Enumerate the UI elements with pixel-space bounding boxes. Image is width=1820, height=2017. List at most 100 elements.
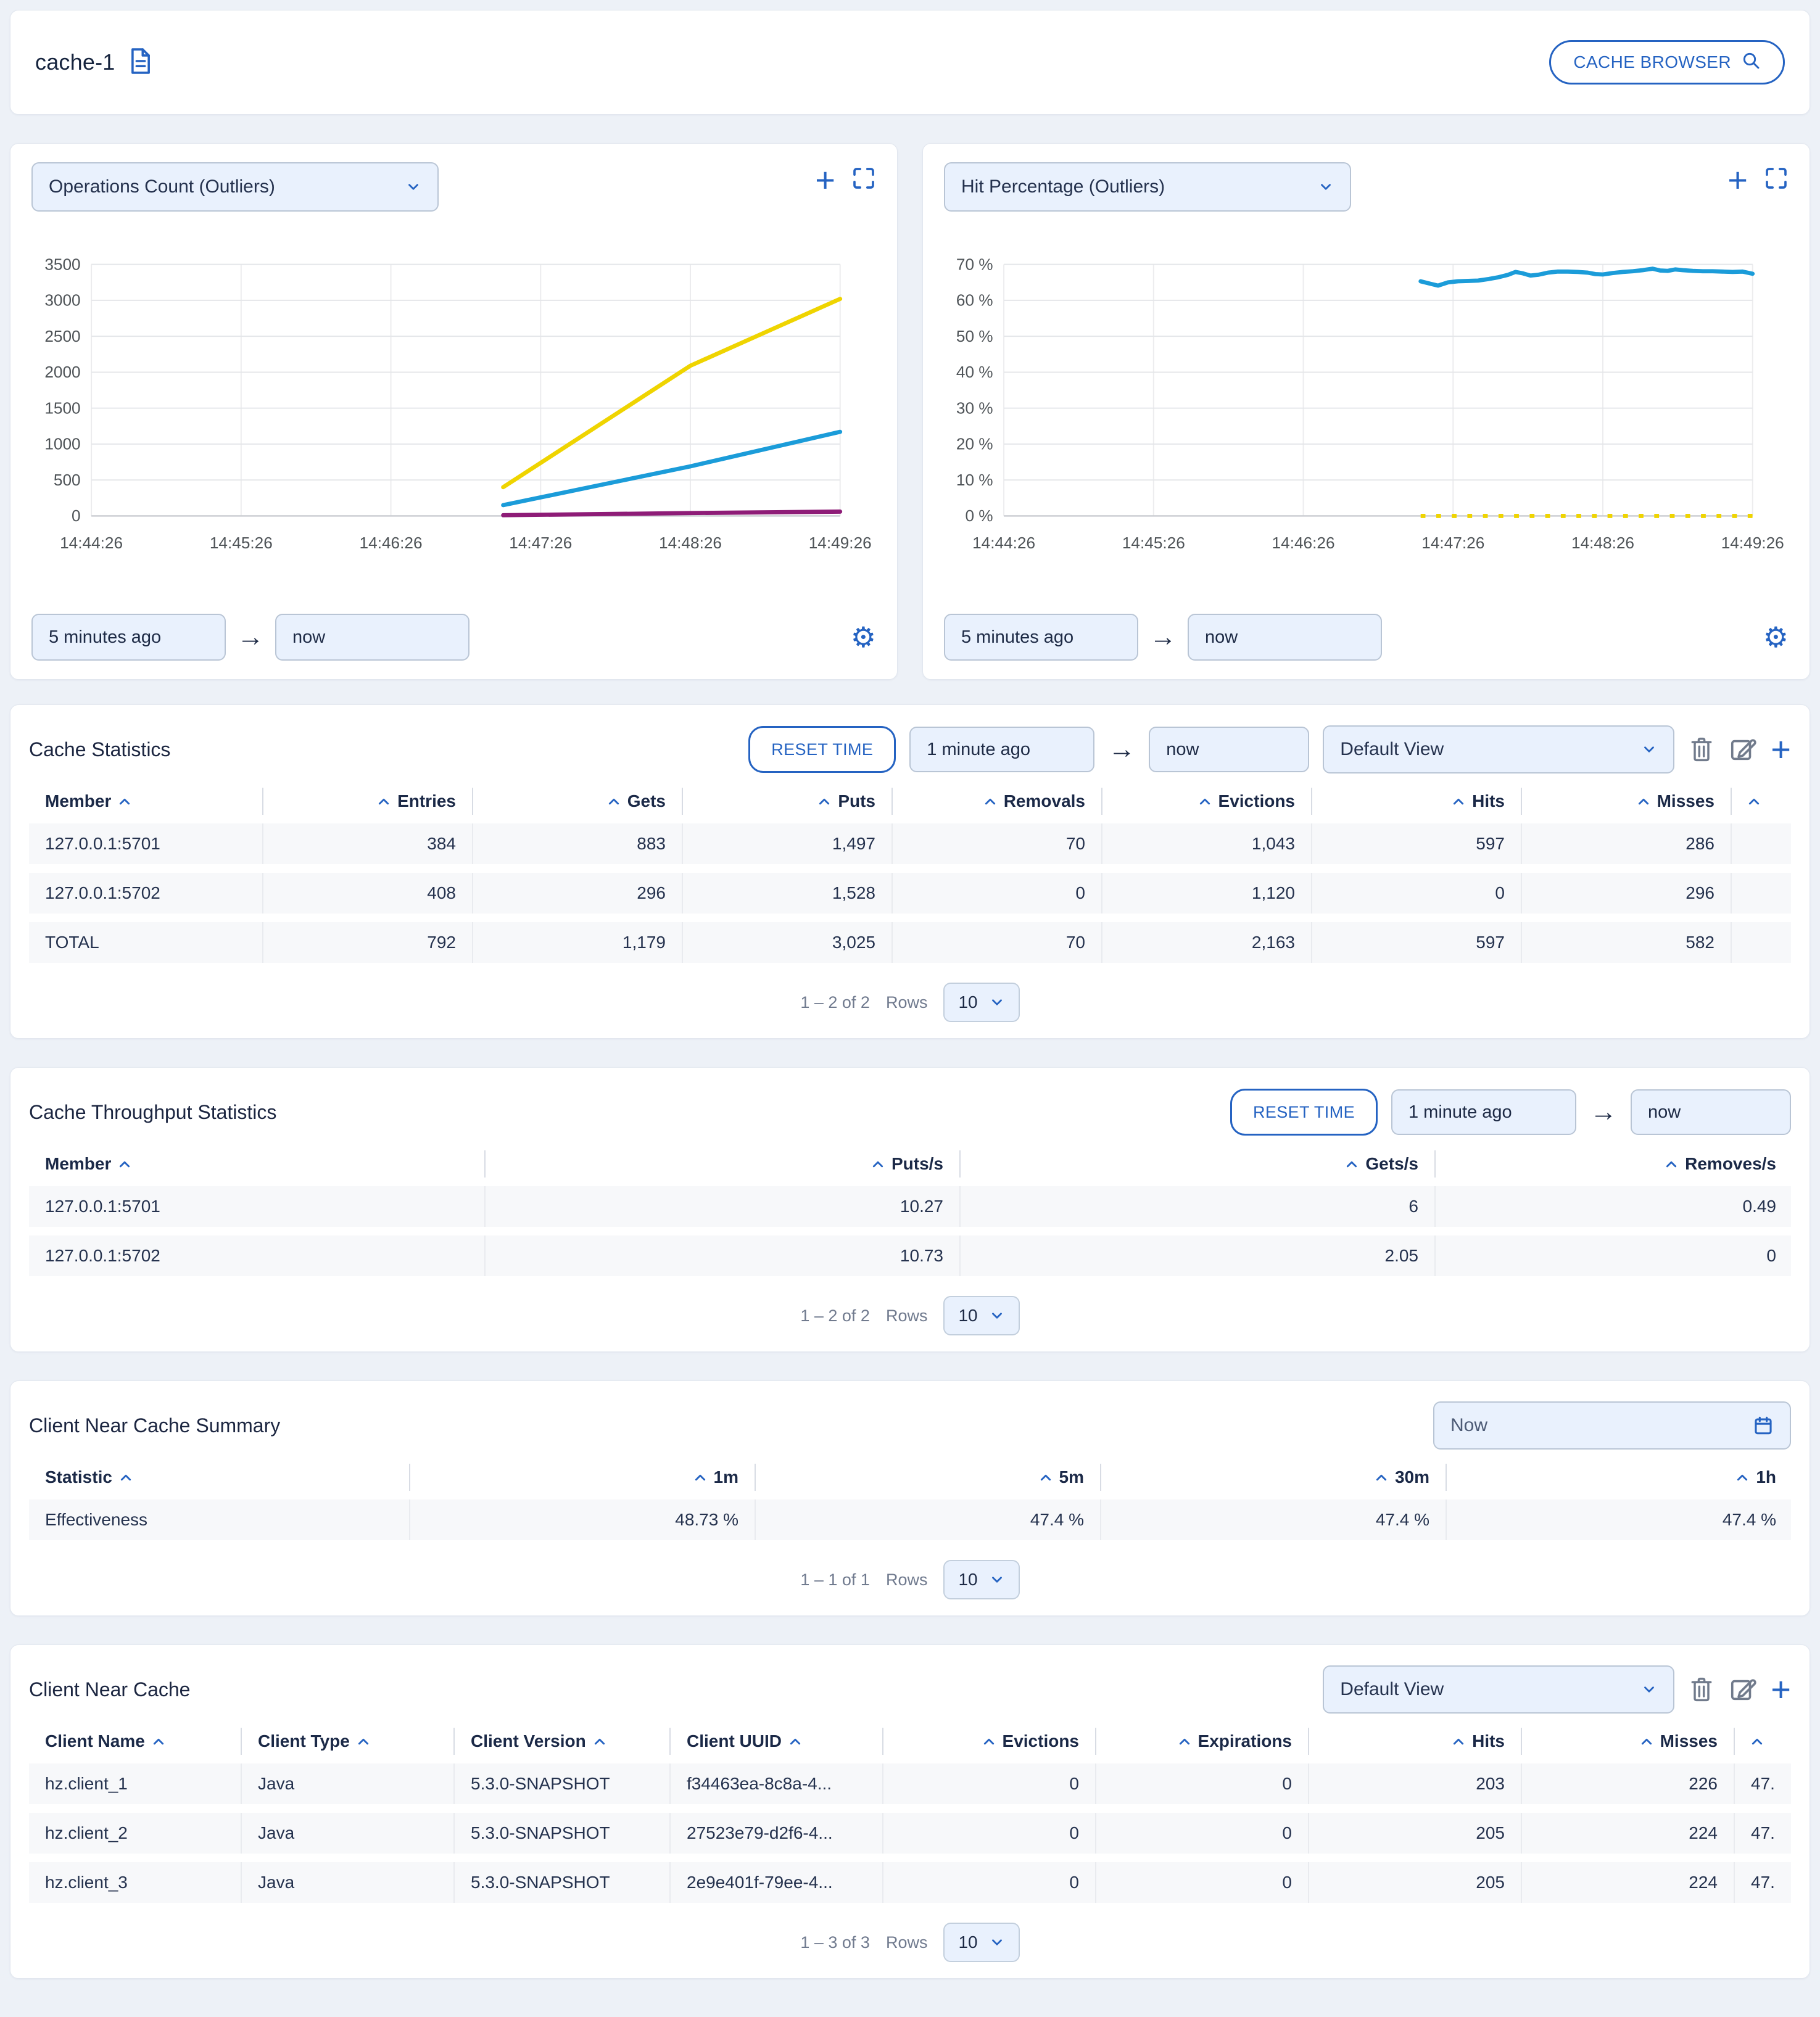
range-to-input[interactable] <box>275 614 469 661</box>
chevron-down-icon <box>991 1939 1002 1945</box>
column-header-evictions[interactable]: Evictions <box>1102 788 1312 815</box>
range-from-input[interactable] <box>909 727 1095 772</box>
column-label: Client Type <box>258 1731 350 1751</box>
rows-per-page-value: 10 <box>958 992 978 1012</box>
column-header-1m[interactable]: 1m <box>410 1464 756 1491</box>
cell: 127.0.0.1:5701 <box>29 823 263 864</box>
cell: Java <box>242 1763 455 1804</box>
range-from-input[interactable] <box>944 614 1138 661</box>
sort-caret-icon <box>1453 1738 1464 1745</box>
column-header-misses[interactable]: Misses <box>1522 1728 1735 1755</box>
arrow-right-icon: → <box>237 622 264 652</box>
column-label: Hits <box>1472 791 1505 811</box>
add-chart-icon[interactable]: + <box>1727 162 1748 197</box>
column-header-5m[interactable]: 5m <box>756 1464 1101 1491</box>
gear-icon[interactable]: ⚙ <box>851 623 876 651</box>
column-header-client-name[interactable]: Client Name <box>29 1728 242 1755</box>
cell: 127.0.0.1:5701 <box>29 1186 486 1227</box>
sort-caret-icon <box>1666 1161 1677 1168</box>
sort-caret-icon <box>1752 1738 1763 1745</box>
column-label: 1h <box>1756 1467 1776 1487</box>
column-header-puts[interactable]: Puts <box>683 788 893 815</box>
column-header-expirations[interactable]: Expirations <box>1096 1728 1309 1755</box>
column-header-member[interactable]: Member <box>29 788 263 815</box>
rows-per-page-select[interactable]: 10 <box>943 983 1020 1022</box>
sort-caret-icon <box>120 1474 131 1481</box>
cell: TOTAL <box>29 922 263 963</box>
column-label: Expirations <box>1197 1731 1292 1751</box>
edit-view-button[interactable] <box>1729 1675 1757 1704</box>
cell: 0 <box>1312 873 1522 914</box>
column-header-member[interactable]: Member <box>29 1150 486 1178</box>
add-view-icon[interactable]: + <box>1771 1672 1791 1707</box>
rows-label: Rows <box>885 1306 928 1325</box>
add-view-icon[interactable]: + <box>1771 732 1791 767</box>
rows-per-page-value: 10 <box>958 1932 978 1952</box>
metric-select-operations[interactable]: Operations Count (Outliers) <box>31 162 439 212</box>
rows-per-page-select[interactable]: 10 <box>943 1560 1020 1599</box>
fullscreen-icon[interactable] <box>1764 166 1789 194</box>
column-header-extra[interactable] <box>1732 788 1791 815</box>
column-header-hits[interactable]: Hits <box>1312 788 1522 815</box>
reset-time-button[interactable]: RESET TIME <box>748 726 896 773</box>
column-header-puts-s[interactable]: Puts/s <box>486 1150 961 1178</box>
gear-icon[interactable]: ⚙ <box>1763 623 1789 651</box>
column-header-extra[interactable] <box>1735 1728 1791 1755</box>
edit-view-button[interactable] <box>1729 735 1757 764</box>
column-label: Gets <box>627 791 666 811</box>
column-header-gets-s[interactable]: Gets/s <box>961 1150 1436 1178</box>
delete-view-button[interactable] <box>1688 735 1715 764</box>
range-to-input[interactable] <box>1149 727 1310 772</box>
column-header-removes-s[interactable]: Removes/s <box>1436 1150 1791 1178</box>
column-label: Client Name <box>45 1731 145 1751</box>
svg-text:20 %: 20 % <box>956 434 993 453</box>
column-header-hits[interactable]: Hits <box>1309 1728 1522 1755</box>
cell: 47. <box>1735 1813 1791 1854</box>
view-select-value: Default View <box>1340 1679 1444 1699</box>
sort-caret-icon <box>120 798 130 805</box>
column-header-misses[interactable]: Misses <box>1522 788 1732 815</box>
column-header-1h[interactable]: 1h <box>1447 1464 1791 1491</box>
operations-count-chart-card: Operations Count (Outliers) + 14:44:26 14… <box>10 143 898 680</box>
column-header-client-version[interactable]: Client Version <box>455 1728 671 1755</box>
cache-browser-button[interactable]: CACHE BROWSER <box>1549 40 1785 85</box>
column-header-entries[interactable]: Entries <box>263 788 473 815</box>
delete-view-button[interactable] <box>1688 1675 1715 1704</box>
range-to-input[interactable] <box>1188 614 1382 661</box>
svg-text:14:49:26: 14:49:26 <box>1721 533 1784 551</box>
operations-count-chart: 14:44:26 14:45:26 14:46:26 14:47:26 14:48:26… <box>44 257 871 552</box>
column-header-client-type[interactable]: Client Type <box>242 1728 455 1755</box>
rows-per-page-select[interactable]: 10 <box>943 1923 1020 1962</box>
rows-per-page-select[interactable]: 10 <box>943 1296 1020 1335</box>
range-from-input[interactable] <box>31 614 226 661</box>
metric-select-hit-percentage[interactable]: Hit Percentage (Outliers) <box>944 162 1351 212</box>
cell: 286 <box>1522 823 1732 864</box>
column-header-client-uuid[interactable]: Client UUID <box>671 1728 883 1755</box>
column-header-gets[interactable]: Gets <box>473 788 683 815</box>
fullscreen-icon[interactable] <box>851 166 876 194</box>
document-icon[interactable] <box>128 47 153 78</box>
reset-time-button[interactable]: RESET TIME <box>1230 1089 1378 1136</box>
time-point-select[interactable]: Now <box>1433 1401 1791 1450</box>
column-header-removals[interactable]: Removals <box>893 788 1102 815</box>
table-row: Effectiveness 48.73 % 47.4 % 47.4 % 47.4 % <box>29 1499 1791 1540</box>
view-select[interactable]: Default View <box>1323 725 1675 773</box>
svg-text:14:47:26: 14:47:26 <box>1421 533 1484 551</box>
svg-text:2000: 2000 <box>44 363 80 381</box>
sort-caret-icon <box>608 798 619 805</box>
cell: hz.client_3 <box>29 1862 242 1903</box>
view-select[interactable]: Default View <box>1323 1665 1675 1714</box>
range-to-input[interactable] <box>1631 1089 1791 1135</box>
near-cache-table: Client Name Client Type Client Version Clie… <box>29 1719 1791 1912</box>
add-chart-icon[interactable]: + <box>815 162 835 197</box>
column-header-30m[interactable]: 30m <box>1101 1464 1447 1491</box>
range-from-input[interactable] <box>1391 1089 1576 1135</box>
section-title: Cache Statistics <box>29 738 171 761</box>
column-header-evictions[interactable]: Evictions <box>883 1728 1096 1755</box>
table-header-row: Statistic 1m 5m 30m 1h <box>29 1464 1791 1491</box>
column-header-statistic[interactable]: Statistic <box>29 1464 410 1491</box>
cell <box>1732 922 1791 963</box>
cell: 205 <box>1309 1862 1522 1903</box>
chevron-down-icon <box>1644 746 1655 753</box>
cell: 0 <box>1436 1235 1791 1276</box>
